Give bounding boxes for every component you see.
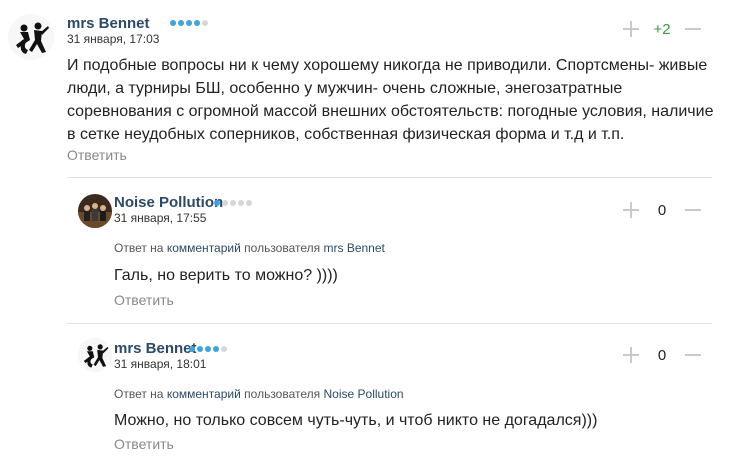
- rating-dot: [222, 200, 228, 206]
- avatar[interactable]: [8, 14, 54, 60]
- minus-icon[interactable]: [682, 18, 704, 40]
- reply-button[interactable]: Ответить: [114, 292, 174, 308]
- rating-dot: [197, 346, 203, 352]
- reply-prefix: Ответ на: [114, 387, 164, 401]
- rating-dot: [230, 200, 236, 206]
- rating-dot: [221, 346, 227, 352]
- comment-score: 0: [657, 346, 667, 364]
- vote-controls: 0: [620, 344, 704, 366]
- comment-author[interactable]: mrs Bennet: [114, 340, 197, 357]
- avatar[interactable]: [78, 194, 112, 228]
- dancing-couple-icon: [8, 14, 54, 60]
- comment-text: И подобные вопросы ни к чему хорошему ни…: [67, 57, 714, 143]
- rating-dot: [205, 346, 211, 352]
- minus-icon[interactable]: [682, 199, 704, 221]
- comment: mrs Bennet 31 января, 17:03 +2 И подобны…: [0, 0, 730, 175]
- user-rating: [214, 200, 252, 206]
- rating-dot: [189, 346, 195, 352]
- reply-prefix: Ответ на: [114, 241, 164, 255]
- comment-text: Галь, но верить то можно? )))): [114, 267, 338, 284]
- comment-reply: mrs Bennet 31 января, 18:01 0 Ответ на к…: [0, 326, 730, 465]
- rating-dot: [214, 200, 220, 206]
- comment-score: +2: [653, 20, 671, 38]
- rating-dot: [238, 200, 244, 206]
- comment-score: 0: [657, 201, 667, 219]
- plus-icon[interactable]: [620, 344, 642, 366]
- band-photo-icon: [78, 194, 112, 228]
- reply-mid: пользователя: [244, 241, 321, 255]
- comment-date: 31 января, 17:55: [114, 211, 207, 225]
- reply-mid: пользователя: [244, 387, 321, 401]
- divider: [67, 177, 712, 178]
- reply-button[interactable]: Ответить: [67, 147, 127, 163]
- reply-reference: Ответ на комментарий пользователя Noise …: [114, 387, 404, 401]
- reply-user-link[interactable]: mrs Bennet: [324, 241, 385, 255]
- reply-user-link[interactable]: Noise Pollution: [324, 387, 404, 401]
- divider: [67, 323, 712, 324]
- rating-dot: [246, 200, 252, 206]
- reply-comment-link[interactable]: комментарий: [167, 241, 241, 255]
- user-rating: [189, 346, 227, 352]
- rating-dot: [194, 20, 200, 26]
- vote-controls: 0: [620, 199, 704, 221]
- comment-author[interactable]: Noise Pollution: [114, 194, 223, 211]
- comment-date: 31 января, 18:01: [114, 357, 207, 371]
- comment-reply: Noise Pollution 31 января, 17:55 0 Ответ…: [0, 180, 730, 320]
- reply-reference: Ответ на комментарий пользователя mrs Be…: [114, 241, 385, 255]
- minus-icon[interactable]: [682, 344, 704, 366]
- rating-dot: [186, 20, 192, 26]
- rating-dot: [213, 346, 219, 352]
- plus-icon[interactable]: [620, 18, 642, 40]
- plus-icon[interactable]: [620, 199, 642, 221]
- comment-text: Можно, но только совсем чуть-чуть, и что…: [114, 412, 598, 429]
- rating-dot: [178, 20, 184, 26]
- user-rating: [170, 20, 208, 26]
- vote-controls: +2: [620, 18, 704, 40]
- reply-comment-link[interactable]: комментарий: [167, 387, 241, 401]
- rating-dot: [202, 20, 208, 26]
- rating-dot: [170, 20, 176, 26]
- comment-date: 31 января, 17:03: [67, 32, 160, 46]
- dancing-couple-icon: [78, 338, 112, 372]
- avatar[interactable]: [78, 338, 112, 372]
- reply-button[interactable]: Ответить: [114, 436, 174, 452]
- comment-author[interactable]: mrs Bennet: [67, 15, 150, 32]
